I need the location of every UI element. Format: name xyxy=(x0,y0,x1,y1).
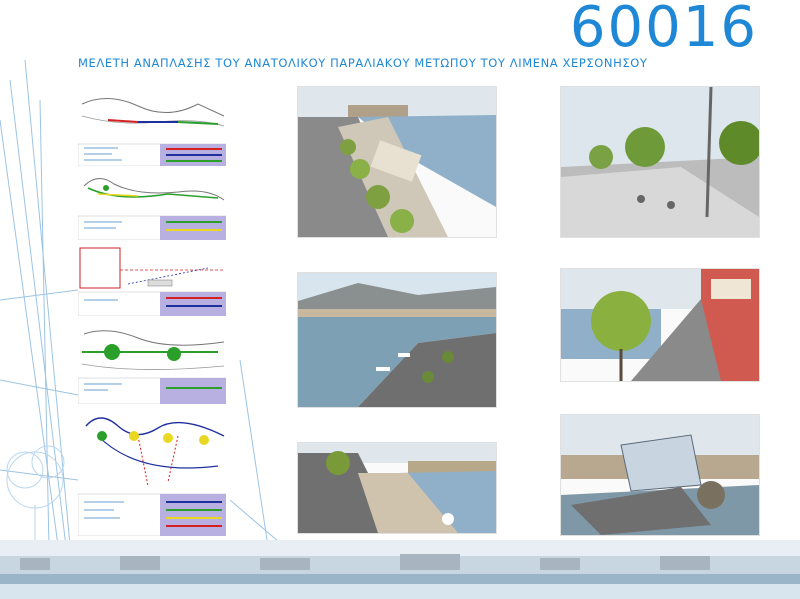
render-tree-street xyxy=(560,268,760,382)
render-plaza-lamp xyxy=(560,86,760,238)
render-promenade-aerial xyxy=(297,86,497,238)
project-code: 60016 xyxy=(569,0,758,60)
plan-2-routes xyxy=(78,166,226,240)
render-harbour-view xyxy=(297,272,497,408)
render-pavilion xyxy=(560,414,760,536)
plan-3-section xyxy=(78,240,226,316)
footer-panorama xyxy=(0,540,800,599)
plan-5-network xyxy=(78,406,226,536)
render-seafront-deck xyxy=(297,442,497,534)
project-title: ΜΕΛΕΤΗ ΑΝΑΠΛΑΣΗΣ ΤΟΥ ΑΝΑΤΟΛΙΚΟΥ ΠΑΡΑΛΙΑΚ… xyxy=(78,56,648,70)
plan-1-overview xyxy=(78,86,226,166)
plan-4-nodes xyxy=(78,318,226,404)
